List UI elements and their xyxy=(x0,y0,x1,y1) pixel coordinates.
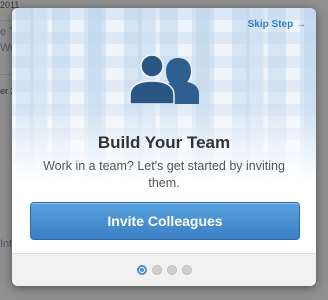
skip-step-link[interactable]: Skip Step → xyxy=(248,19,306,30)
team-icon xyxy=(129,54,199,104)
onboarding-modal: Skip Step → Build Your Team Work in a te… xyxy=(12,8,316,286)
modal-title: Build Your Team xyxy=(97,133,231,152)
pagination-dots xyxy=(12,265,316,275)
invite-colleagues-button[interactable]: Invite Colleagues xyxy=(30,202,300,240)
modal-subtitle: Work in a team? Let's get started by inv… xyxy=(43,159,285,190)
pagination-dot-4[interactable] xyxy=(181,265,192,275)
pagination-dot-3[interactable] xyxy=(166,265,177,275)
modal-footer xyxy=(12,253,316,286)
pagination-dot-1[interactable] xyxy=(136,265,147,275)
pagination-dot-2[interactable] xyxy=(151,265,162,275)
